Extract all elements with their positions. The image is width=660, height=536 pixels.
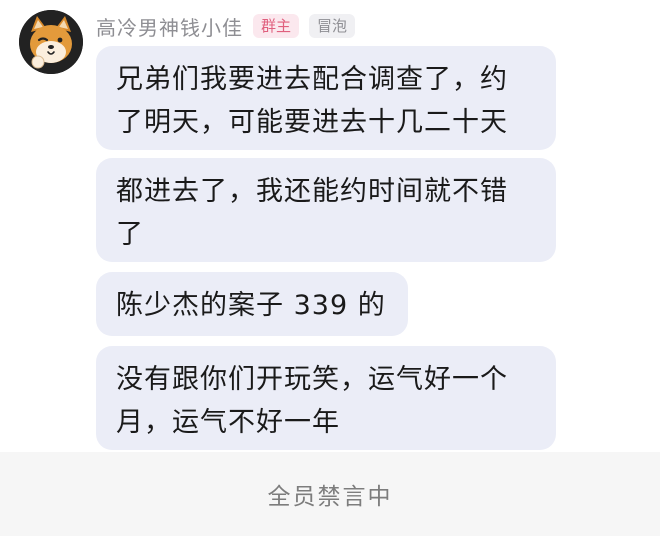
activity-badge: 冒泡 [309, 14, 356, 38]
muted-input-bar: 全员禁言中 [0, 452, 660, 536]
all-muted-status: 全员禁言中 [267, 484, 393, 510]
message-bubble[interactable]: 兄弟们我要进去配合调查了，约 了明天，可能要进去十几二十天 [96, 46, 556, 150]
chat-message-area: 高冷男神钱小佳 群主 冒泡 兄弟们我要进去配合调查了，约 了明天，可能要进去十几… [0, 0, 660, 452]
sender-name[interactable]: 高冷男神钱小佳 [96, 12, 243, 41]
sender-avatar[interactable] [19, 10, 83, 74]
message-bubble[interactable]: 陈少杰的案子 339 的 [96, 272, 408, 336]
sender-header: 高冷男神钱小佳 群主 冒泡 [96, 10, 356, 42]
shiba-dog-avatar-icon [19, 10, 83, 74]
group-owner-badge: 群主 [253, 14, 300, 38]
message-bubble[interactable]: 没有跟你们开玩笑，运气好一个 月，运气不好一年 [96, 346, 556, 450]
message-bubble[interactable]: 都进去了，我还能约时间就不错 了 [96, 158, 556, 262]
